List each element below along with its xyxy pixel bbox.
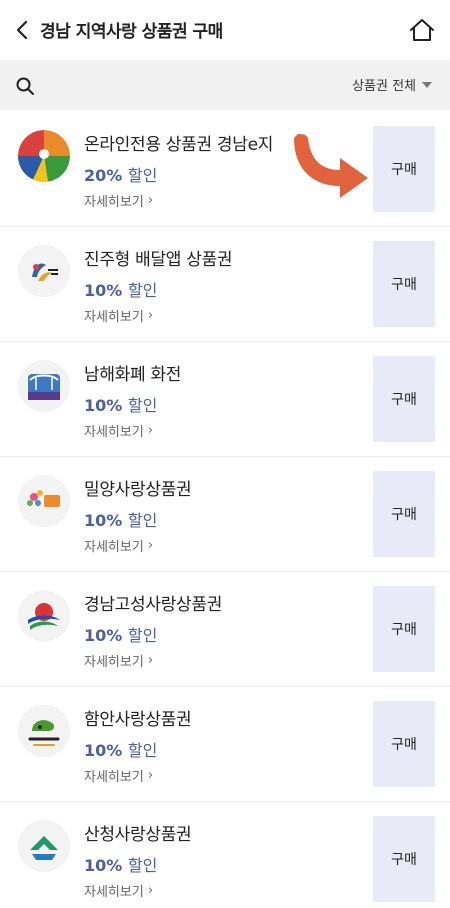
item-name: 함안사랑상품권 bbox=[84, 710, 192, 730]
discount-word: 할인 bbox=[127, 511, 158, 530]
jinju-logo bbox=[18, 245, 70, 297]
discount-badge: 10% 할인 bbox=[84, 507, 157, 531]
buy-button[interactable]: 구매 bbox=[373, 586, 435, 672]
detail-label: 자세히보기 bbox=[84, 885, 144, 900]
caret-down-icon bbox=[422, 82, 432, 88]
discount-badge: 10% 할인 bbox=[84, 852, 157, 876]
list-item: 진주형 배달앱 상품권 10% 할인 자세히보기 › 구매 bbox=[0, 227, 450, 342]
item-name: 진주형 배달앱 상품권 bbox=[84, 250, 233, 270]
discount-value: 10% bbox=[84, 281, 123, 300]
discount-word: 할인 bbox=[127, 281, 158, 300]
discount-word: 할인 bbox=[127, 396, 158, 415]
app-header: 경남 지역사랑 상품권 구매 bbox=[0, 0, 450, 60]
discount-value: 20% bbox=[84, 166, 123, 185]
discount-badge: 10% 할인 bbox=[84, 277, 157, 301]
voucher-list: 온라인전용 상품권 경남e지 20% 할인 자세히보기 › 구매 진주형 배달앱… bbox=[0, 112, 450, 908]
detail-label: 자세히보기 bbox=[84, 770, 144, 785]
filter-label: 상품권 전체 bbox=[352, 79, 416, 94]
discount-value: 10% bbox=[84, 626, 123, 645]
buy-button[interactable]: 구매 bbox=[373, 701, 435, 787]
item-name: 산청사랑상품권 bbox=[84, 825, 192, 845]
page-title: 경남 지역사랑 상품권 구매 bbox=[40, 22, 223, 42]
discount-value: 10% bbox=[84, 741, 123, 760]
list-item: 밀양사랑상품권 10% 할인 자세히보기 › 구매 bbox=[0, 457, 450, 572]
list-item: 온라인전용 상품권 경남e지 20% 할인 자세히보기 › 구매 bbox=[0, 112, 450, 227]
haman-logo bbox=[18, 705, 70, 757]
list-item: 남해화폐 화전 10% 할인 자세히보기 › 구매 bbox=[0, 342, 450, 457]
discount-badge: 20% 할인 bbox=[84, 162, 157, 186]
category-filter-dropdown[interactable]: 상품권 전체 bbox=[352, 75, 432, 94]
discount-value: 10% bbox=[84, 856, 123, 875]
chevron-right-icon: › bbox=[147, 193, 154, 208]
list-item: 경남고성사랑상품권 10% 할인 자세히보기 › 구매 bbox=[0, 572, 450, 687]
detail-link[interactable]: 자세히보기 › bbox=[84, 766, 153, 785]
chevron-right-icon: › bbox=[147, 538, 154, 553]
item-name: 남해화폐 화전 bbox=[84, 365, 182, 385]
discount-value: 10% bbox=[84, 396, 123, 415]
detail-label: 자세히보기 bbox=[84, 540, 144, 555]
detail-link[interactable]: 자세히보기 › bbox=[84, 881, 153, 900]
chevron-left-icon[interactable] bbox=[10, 16, 34, 44]
detail-link[interactable]: 자세히보기 › bbox=[84, 651, 153, 670]
buy-button[interactable]: 구매 bbox=[373, 126, 435, 212]
detail-label: 자세히보기 bbox=[84, 655, 144, 670]
search-icon[interactable] bbox=[14, 75, 36, 97]
chevron-right-icon: › bbox=[147, 653, 154, 668]
item-name: 경남고성사랑상품권 bbox=[84, 595, 223, 615]
chevron-right-icon: › bbox=[147, 308, 154, 323]
home-icon[interactable] bbox=[408, 16, 436, 44]
discount-word: 할인 bbox=[127, 856, 158, 875]
discount-badge: 10% 할인 bbox=[84, 622, 157, 646]
search-filter-bar: 상품권 전체 bbox=[0, 60, 450, 110]
gyeongnam-e-logo bbox=[18, 130, 70, 182]
buy-button[interactable]: 구매 bbox=[373, 816, 435, 902]
discount-word: 할인 bbox=[127, 741, 158, 760]
item-name: 온라인전용 상품권 경남e지 bbox=[84, 135, 274, 155]
buy-button[interactable]: 구매 bbox=[373, 241, 435, 327]
discount-word: 할인 bbox=[127, 626, 158, 645]
item-name: 밀양사랑상품권 bbox=[84, 480, 192, 500]
namhae-logo bbox=[18, 360, 70, 412]
detail-link[interactable]: 자세히보기 › bbox=[84, 191, 153, 210]
buy-button[interactable]: 구매 bbox=[373, 356, 435, 442]
discount-badge: 10% 할인 bbox=[84, 737, 157, 761]
buy-button[interactable]: 구매 bbox=[373, 471, 435, 557]
detail-label: 자세히보기 bbox=[84, 425, 144, 440]
goseong-logo bbox=[18, 590, 70, 642]
discount-badge: 10% 할인 bbox=[84, 392, 157, 416]
chevron-right-icon: › bbox=[147, 423, 154, 438]
detail-link[interactable]: 자세히보기 › bbox=[84, 421, 153, 440]
detail-link[interactable]: 자세히보기 › bbox=[84, 306, 153, 325]
miryang-logo bbox=[18, 475, 70, 527]
chevron-right-icon: › bbox=[147, 883, 154, 898]
list-item: 산청사랑상품권 10% 할인 자세히보기 › 구매 bbox=[0, 802, 450, 908]
detail-label: 자세히보기 bbox=[84, 195, 144, 210]
detail-link[interactable]: 자세히보기 › bbox=[84, 536, 153, 555]
discount-word: 할인 bbox=[127, 166, 158, 185]
list-item: 함안사랑상품권 10% 할인 자세히보기 › 구매 bbox=[0, 687, 450, 802]
chevron-right-icon: › bbox=[147, 768, 154, 783]
sancheong-logo bbox=[18, 820, 70, 872]
detail-label: 자세히보기 bbox=[84, 310, 144, 325]
discount-value: 10% bbox=[84, 511, 123, 530]
